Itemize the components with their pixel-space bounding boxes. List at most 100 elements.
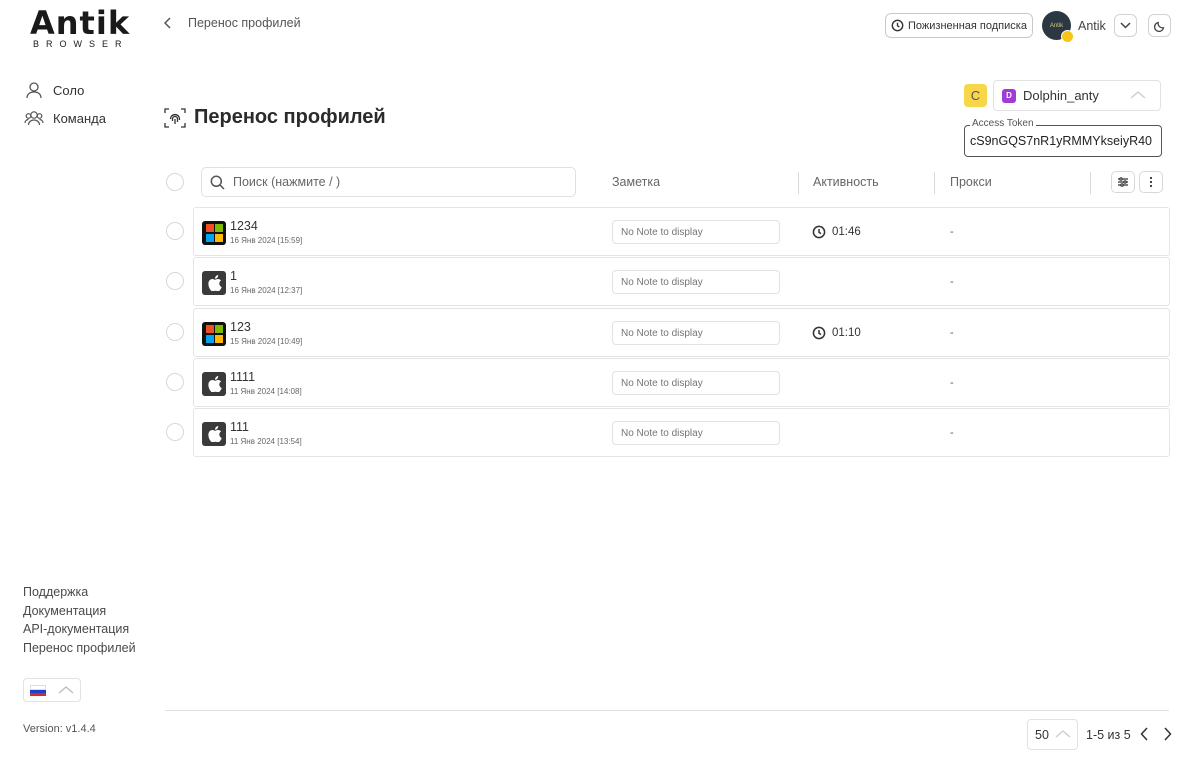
- profile-date: 16 Янв 2024 [15:59]: [230, 236, 303, 245]
- logo-main-text: Antik: [30, 4, 131, 42]
- search-box[interactable]: [201, 167, 576, 197]
- russia-flag-icon: [30, 684, 46, 696]
- profile-name[interactable]: 111: [230, 420, 249, 434]
- profile-name[interactable]: 123: [230, 320, 251, 334]
- sidebar-links: Поддержка Документация API-документация …: [23, 585, 136, 659]
- note-input[interactable]: [612, 321, 780, 345]
- proxy-cell: -: [950, 327, 954, 339]
- theme-toggle-button[interactable]: [1148, 14, 1171, 37]
- column-divider: [798, 172, 799, 194]
- apple-icon: [202, 422, 226, 446]
- chevron-up-icon: [58, 686, 74, 694]
- premium-star-icon: [1061, 30, 1074, 43]
- refresh-label: C: [970, 88, 981, 103]
- sidebar-item-team[interactable]: Команда: [24, 104, 106, 132]
- chevron-up-icon: [1055, 730, 1071, 738]
- back-button[interactable]: Перенос профилей: [164, 16, 301, 30]
- user-menu[interactable]: Antik Antik: [1042, 11, 1106, 43]
- activity-time: 01:46: [832, 226, 861, 238]
- fingerprint-icon: [164, 107, 186, 128]
- note-input[interactable]: [612, 220, 780, 244]
- dolphin-logo-icon: D: [1002, 88, 1016, 103]
- chevron-left-icon: [1139, 727, 1148, 741]
- breadcrumb: Перенос профилей: [188, 16, 301, 30]
- column-header-activity[interactable]: Активность: [813, 175, 879, 189]
- column-settings-button[interactable]: [1111, 171, 1135, 193]
- page-title-area: Перенос профилей: [164, 106, 386, 129]
- apple-icon: [202, 271, 226, 295]
- per-page-value: 50: [1035, 727, 1049, 742]
- access-token-value: cS9nGQS7nR1yRMMYkseiyR40: [970, 134, 1153, 148]
- support-link[interactable]: Поддержка: [23, 585, 136, 604]
- access-token-label: Access Token: [970, 118, 1036, 129]
- sidebar-nav: Соло Команда: [24, 76, 106, 132]
- table-row[interactable]: 123 15 Янв 2024 [10:49] 01:10 -: [193, 308, 1170, 357]
- table-row[interactable]: 111 11 Янв 2024 [13:54] -: [193, 408, 1170, 457]
- moon-icon: [1153, 21, 1164, 32]
- activity-cell: 01:46: [812, 225, 861, 239]
- more-vertical-icon: [1149, 176, 1153, 188]
- language-select[interactable]: [23, 678, 81, 702]
- subscription-label: Пожизненная подписка: [908, 19, 1027, 32]
- per-page-select[interactable]: 50: [1027, 719, 1078, 750]
- proxy-cell: -: [950, 377, 954, 389]
- refresh-button[interactable]: C: [964, 84, 987, 107]
- row-checkbox[interactable]: [166, 272, 184, 290]
- row-checkbox[interactable]: [166, 423, 184, 441]
- search-input[interactable]: [233, 175, 553, 189]
- documentation-link[interactable]: Документация: [23, 604, 136, 623]
- table-row[interactable]: 1111 11 Янв 2024 [14:08] -: [193, 358, 1170, 407]
- proxy-cell: -: [950, 226, 954, 238]
- column-divider: [934, 172, 935, 194]
- row-checkbox[interactable]: [166, 222, 184, 240]
- note-input[interactable]: [612, 270, 780, 294]
- page-title: Перенос профилей: [194, 106, 386, 128]
- pagination-info: 1-5 из 5: [1086, 728, 1131, 742]
- table-row[interactable]: 1234 16 Янв 2024 [15:59] 01:46 -: [193, 207, 1170, 256]
- clock-icon: [812, 225, 826, 239]
- sidebar-item-solo[interactable]: Соло: [24, 76, 106, 104]
- clock-icon: [812, 326, 826, 340]
- note-input[interactable]: [612, 371, 780, 395]
- user-dropdown-button[interactable]: [1114, 14, 1137, 37]
- user-name: Antik: [1078, 18, 1106, 33]
- sidebar-item-label: Соло: [53, 82, 85, 98]
- column-header-proxy[interactable]: Прокси: [950, 175, 992, 189]
- chevron-down-icon: [1120, 22, 1131, 29]
- profile-name[interactable]: 1234: [230, 219, 258, 233]
- column-divider: [1090, 172, 1091, 194]
- access-token-field[interactable]: Access Token cS9nGQS7nR1yRMMYkseiyR40: [964, 118, 1162, 157]
- note-input[interactable]: [612, 421, 780, 445]
- activity-cell: 01:10: [812, 326, 861, 340]
- profile-date: 15 Янв 2024 [10:49]: [230, 337, 303, 346]
- profile-name[interactable]: 1: [230, 269, 237, 283]
- chevron-right-icon: [1163, 727, 1172, 741]
- proxy-cell: -: [950, 276, 954, 288]
- column-header-note[interactable]: Заметка: [612, 175, 660, 189]
- logo-sub-text: BROWSER: [33, 39, 129, 49]
- more-options-button[interactable]: [1139, 171, 1163, 193]
- avatar: Antik: [1042, 11, 1074, 43]
- brand-logo[interactable]: Antik BROWSER: [30, 4, 131, 49]
- apple-icon: [202, 372, 226, 396]
- avatar-text: Antik: [1049, 22, 1064, 29]
- clock-icon: [891, 19, 904, 32]
- profile-name[interactable]: 1111: [230, 370, 255, 384]
- table-row[interactable]: 1 16 Янв 2024 [12:37] -: [193, 257, 1170, 306]
- sliders-icon: [1118, 177, 1128, 187]
- profile-transfer-link[interactable]: Перенос профилей: [23, 641, 136, 660]
- previous-page-button[interactable]: [1137, 726, 1151, 742]
- row-checkbox[interactable]: [166, 373, 184, 391]
- team-icon: [24, 111, 44, 126]
- windows-icon: [202, 221, 226, 245]
- profile-date: 11 Янв 2024 [13:54]: [230, 437, 302, 446]
- profile-date: 11 Янв 2024 [14:08]: [230, 387, 302, 396]
- profile-date: 16 Янв 2024 [12:37]: [230, 286, 303, 295]
- api-docs-link[interactable]: API-документация: [23, 622, 136, 641]
- next-page-button[interactable]: [1160, 726, 1174, 742]
- subscription-button[interactable]: Пожизненная подписка: [885, 13, 1033, 38]
- chevron-left-icon: [164, 17, 171, 29]
- row-checkbox[interactable]: [166, 323, 184, 341]
- source-select[interactable]: D Dolphin_anty: [993, 80, 1161, 111]
- select-all-checkbox[interactable]: [166, 173, 184, 191]
